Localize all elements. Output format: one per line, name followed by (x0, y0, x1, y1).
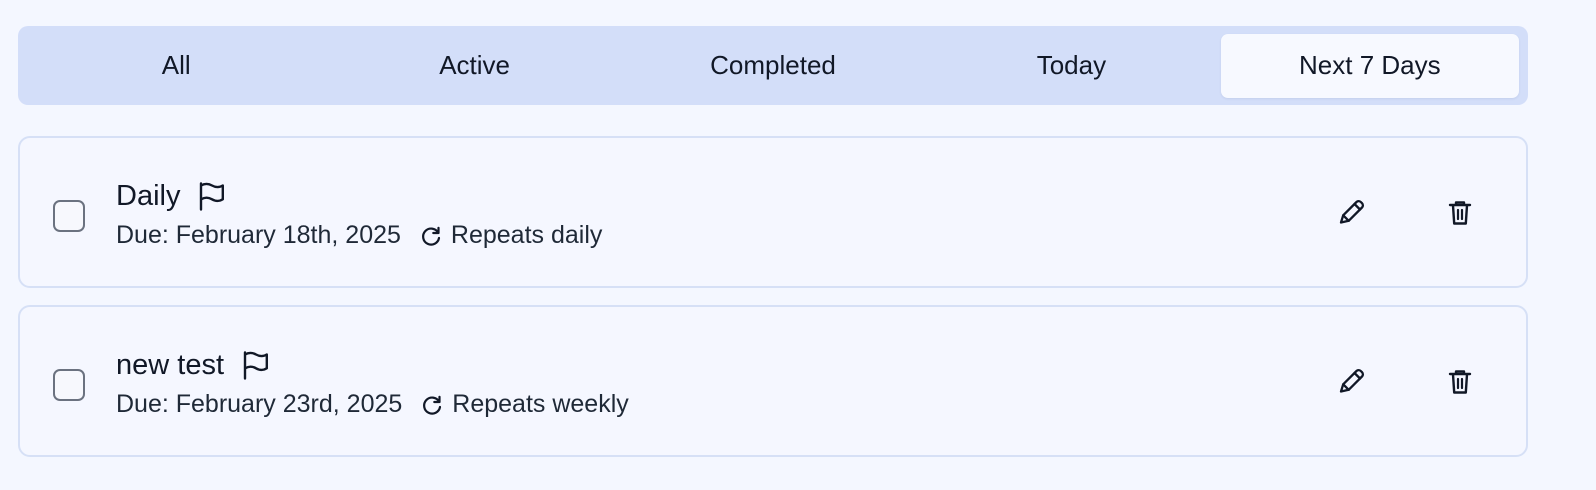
repeat-label: Repeats daily (450, 221, 603, 249)
task-title-row: new test (116, 346, 629, 384)
tab-active[interactable]: Active (325, 34, 623, 98)
task-card-daily: Daily Due: February 18th, 2025 Repeats d… (18, 136, 1528, 288)
due-date: Due: February 18th, 2025 (116, 221, 401, 249)
task-complete-checkbox[interactable] (53, 200, 85, 232)
task-actions (1333, 364, 1478, 400)
delete-task-button[interactable] (1442, 364, 1478, 400)
trash-icon (1442, 364, 1478, 400)
pencil-icon (1333, 364, 1369, 400)
edit-task-button[interactable] (1333, 195, 1369, 231)
task-title-row: Daily (116, 177, 602, 215)
trash-icon (1442, 195, 1478, 231)
task-card-new-test: new test Due: February 23rd, 2025 Repeat… (18, 305, 1528, 457)
pencil-icon (1333, 195, 1369, 231)
task-actions (1333, 195, 1478, 231)
refresh-icon (419, 224, 443, 248)
todo-filter-view: All Active Completed Today Next 7 Days D… (0, 0, 1596, 490)
tab-next-7-days[interactable]: Next 7 Days (1220, 33, 1520, 98)
flag-icon (240, 349, 270, 381)
due-date: Due: February 23rd, 2025 (116, 390, 403, 418)
tab-today[interactable]: Today (922, 34, 1220, 98)
refresh-icon (420, 393, 444, 417)
repeat-label: Repeats weekly (452, 390, 629, 418)
filter-tabs: All Active Completed Today Next 7 Days (18, 26, 1528, 105)
task-title: Daily (116, 180, 181, 212)
tab-completed[interactable]: Completed (624, 34, 922, 98)
task-content: Daily Due: February 18th, 2025 Repeats d… (116, 177, 602, 250)
task-meta: Due: February 23rd, 2025 Repeats weekly (116, 390, 629, 419)
delete-task-button[interactable] (1442, 195, 1478, 231)
task-content: new test Due: February 23rd, 2025 Repeat… (116, 346, 629, 419)
task-title: new test (116, 349, 224, 381)
task-complete-checkbox[interactable] (53, 369, 85, 401)
task-list: Daily Due: February 18th, 2025 Repeats d… (18, 136, 1528, 474)
task-meta: Due: February 18th, 2025 Repeats daily (116, 221, 602, 250)
edit-task-button[interactable] (1333, 364, 1369, 400)
flag-icon (196, 180, 226, 212)
tab-all[interactable]: All (27, 34, 325, 98)
